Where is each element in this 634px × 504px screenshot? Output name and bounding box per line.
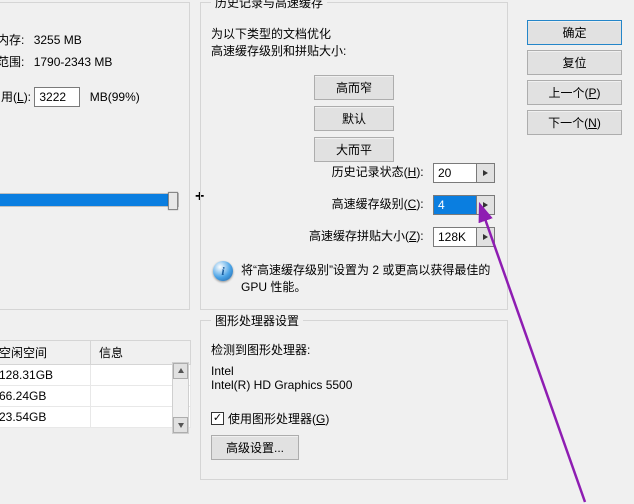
drives-area: 空闲空间 信息 128.31GB 66.24GB 23.54GB (0, 340, 191, 428)
advanced-settings-button[interactable]: 高级设置... (211, 435, 299, 460)
gpu-title: 图形处理器设置 (211, 312, 303, 329)
scroll-up-icon[interactable] (173, 363, 188, 379)
mem-label: 内存: (0, 33, 24, 47)
gpu-model: Intel(R) HD Graphics 5500 (211, 378, 497, 392)
prev-button[interactable]: 上一个(P) (527, 80, 622, 105)
preset-tall-button[interactable]: 高而窄 (314, 75, 394, 100)
col-free[interactable]: 空闲空间 (0, 341, 91, 365)
use-unit: MB(99%) (90, 90, 140, 104)
history-label: 历史记录状态(H): (332, 165, 424, 179)
gpu-group: 图形处理器设置 检测到图形处理器: Intel Intel(R) HD Grap… (200, 320, 508, 480)
tile-spin[interactable] (477, 227, 495, 247)
col-info[interactable]: 信息 (91, 341, 191, 365)
level-spin[interactable] (477, 195, 495, 215)
table-row: 23.54GB (0, 407, 191, 428)
history-input[interactable] (433, 163, 477, 183)
memory-group: 内存: 3255 MB 范围: 1790-2343 MB 用(L): MB(99… (0, 2, 190, 310)
use-gpu-label: 使用图形处理器(G) (228, 410, 329, 427)
use-gpu-checkbox[interactable]: ✓ 使用图形处理器(G) (211, 410, 329, 427)
reset-button[interactable]: 复位 (527, 50, 622, 75)
gpu-vendor: Intel (211, 364, 497, 378)
preset-flat-button[interactable]: 大而平 (314, 137, 394, 162)
cache-title: 历史记录与高速缓存 (211, 0, 327, 11)
ok-button[interactable]: 确定 (527, 20, 622, 45)
drives-scrollbar[interactable] (172, 362, 189, 434)
gpu-detect-label: 检测到图形处理器: (211, 341, 497, 358)
tile-input[interactable] (433, 227, 477, 247)
range-label: 范围: (0, 55, 24, 69)
cache-line2: 高速缓存级别和拼贴大小: (211, 42, 497, 59)
cache-group: 历史记录与高速缓存 为以下类型的文档优化 高速缓存级别和拼贴大小: 高而窄 默认… (200, 2, 508, 310)
drives-table: 空闲空间 信息 128.31GB 66.24GB 23.54GB (0, 340, 191, 428)
next-button[interactable]: 下一个(N) (527, 110, 622, 135)
level-label: 高速缓存级别(C): (332, 197, 424, 211)
level-input[interactable] (433, 195, 477, 215)
table-row: 66.24GB (0, 386, 191, 407)
cache-line1: 为以下类型的文档优化 (211, 25, 497, 42)
info-text: 将“高速缓存级别”设置为 2 或更高以获得最佳的 GPU 性能。 (241, 261, 495, 295)
history-spin[interactable] (477, 163, 495, 183)
use-input[interactable] (34, 87, 80, 107)
memory-slider[interactable] (0, 193, 179, 207)
mem-value: 3255 MB (34, 33, 82, 47)
info-icon: i (213, 261, 233, 281)
tile-label: 高速缓存拼贴大小(Z): (309, 229, 424, 243)
table-row: 128.31GB (0, 365, 191, 386)
use-label: 用(L): (1, 90, 31, 104)
range-value: 1790-2343 MB (34, 55, 113, 69)
scroll-down-icon[interactable] (173, 417, 188, 433)
preset-default-button[interactable]: 默认 (314, 106, 394, 131)
